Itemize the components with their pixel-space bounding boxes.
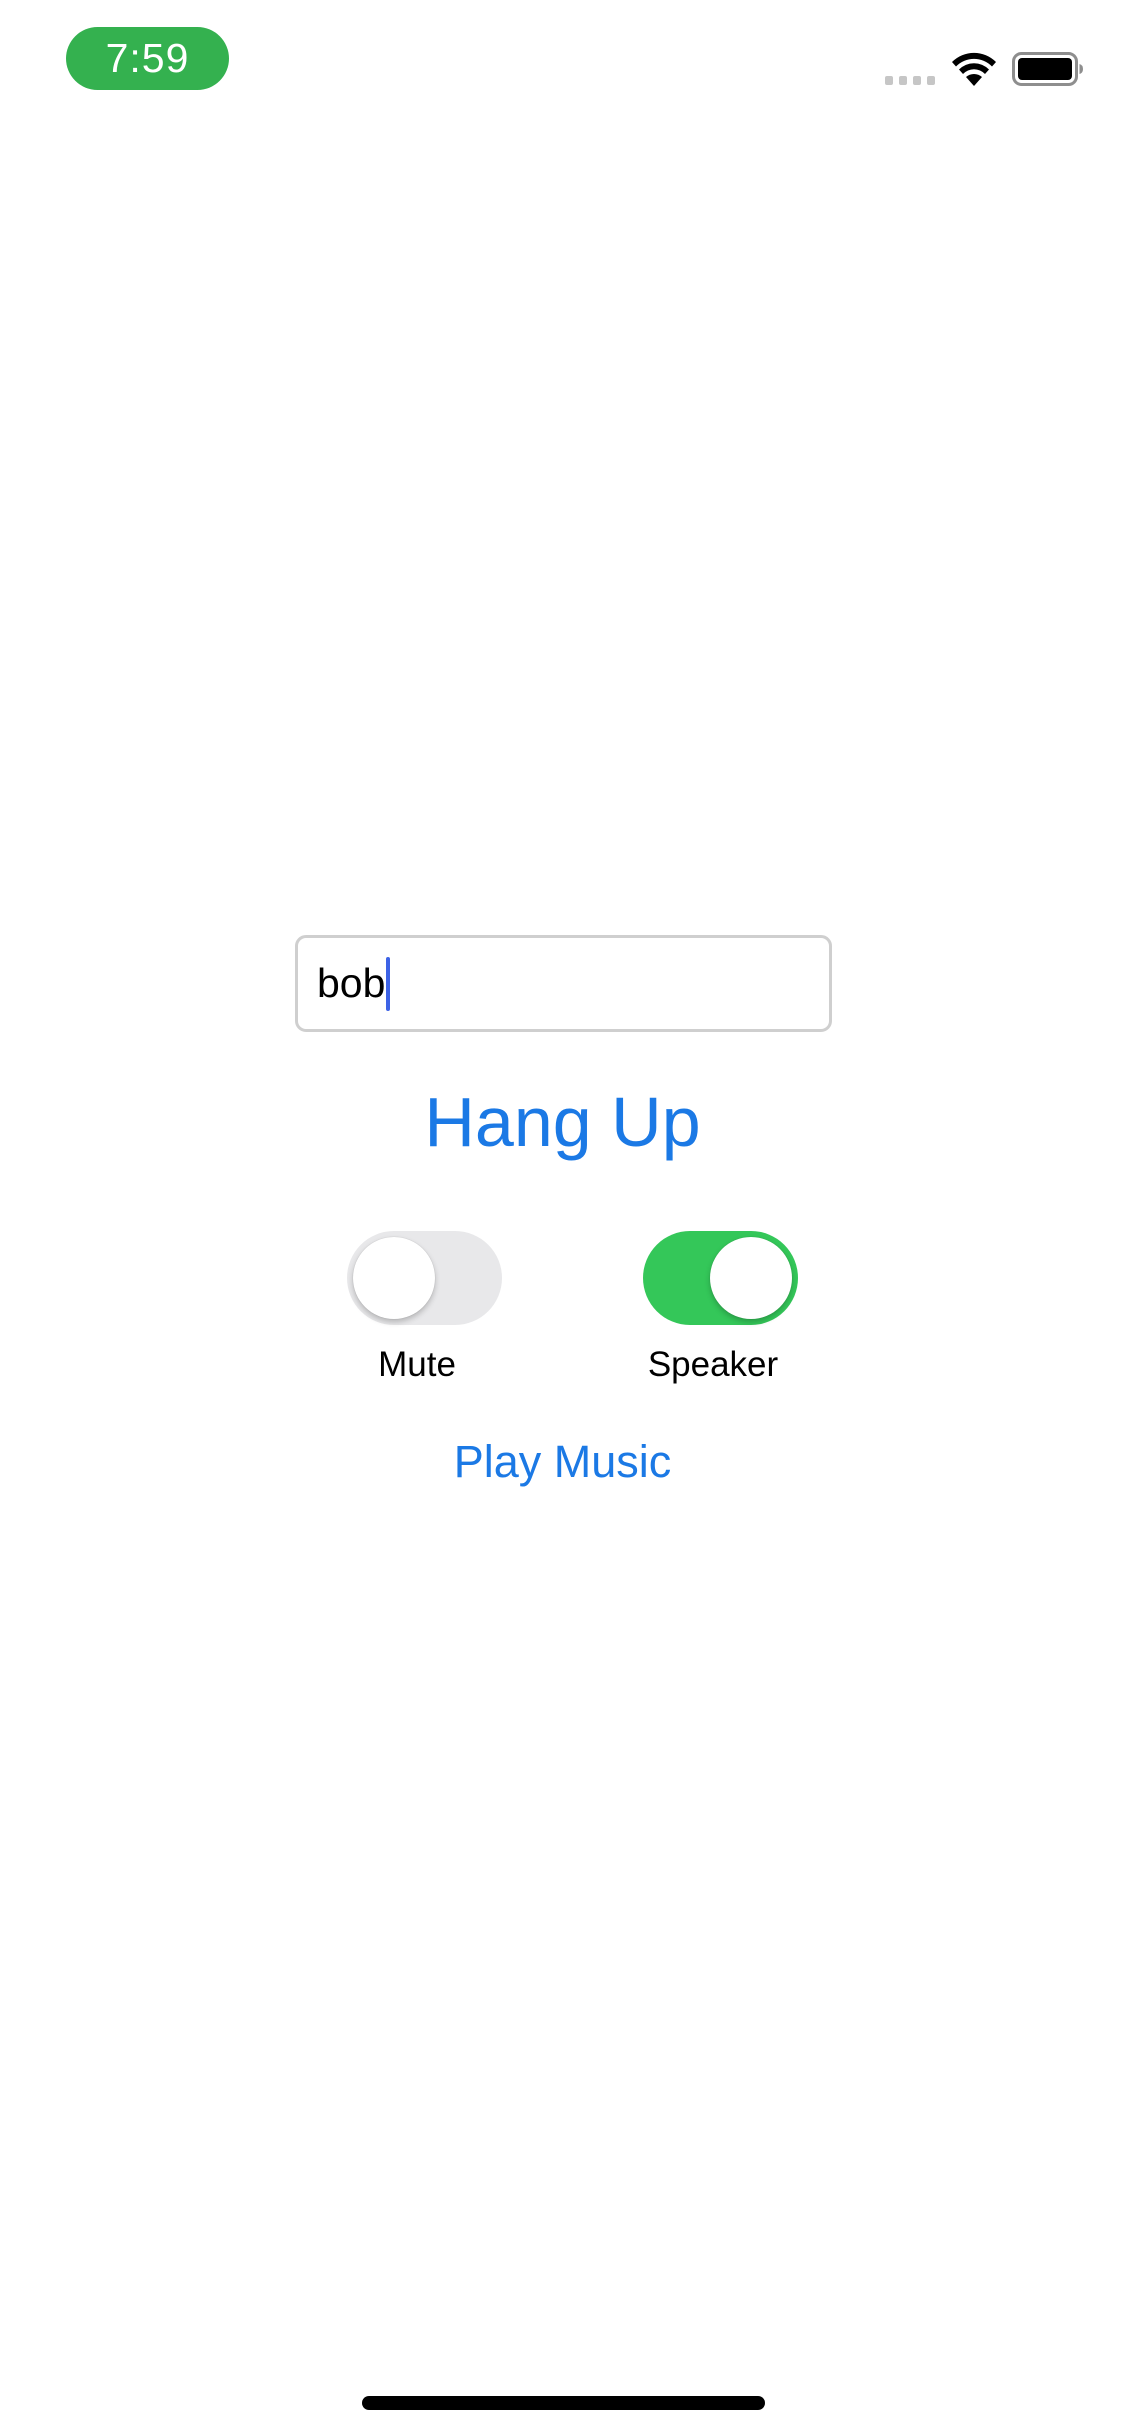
mute-toggle[interactable]: [347, 1231, 502, 1325]
play-music-button[interactable]: Play Music: [350, 1432, 775, 1492]
speaker-toggle[interactable]: [643, 1231, 798, 1325]
speaker-toggle-knob: [710, 1237, 792, 1319]
hang-up-button[interactable]: Hang Up: [300, 1078, 825, 1166]
name-input-value: bob: [317, 960, 386, 1006]
name-input[interactable]: bob: [295, 935, 832, 1032]
status-time: 7:59: [66, 27, 229, 90]
home-indicator[interactable]: [362, 2396, 765, 2410]
text-cursor: [386, 956, 391, 1011]
battery-icon: [1012, 52, 1083, 86]
wifi-icon: [952, 52, 996, 86]
mute-toggle-knob: [353, 1237, 435, 1319]
mute-label: Mute: [378, 1345, 456, 1384]
speaker-label: Speaker: [647, 1345, 779, 1384]
cellular-signal-icon: [885, 76, 935, 85]
